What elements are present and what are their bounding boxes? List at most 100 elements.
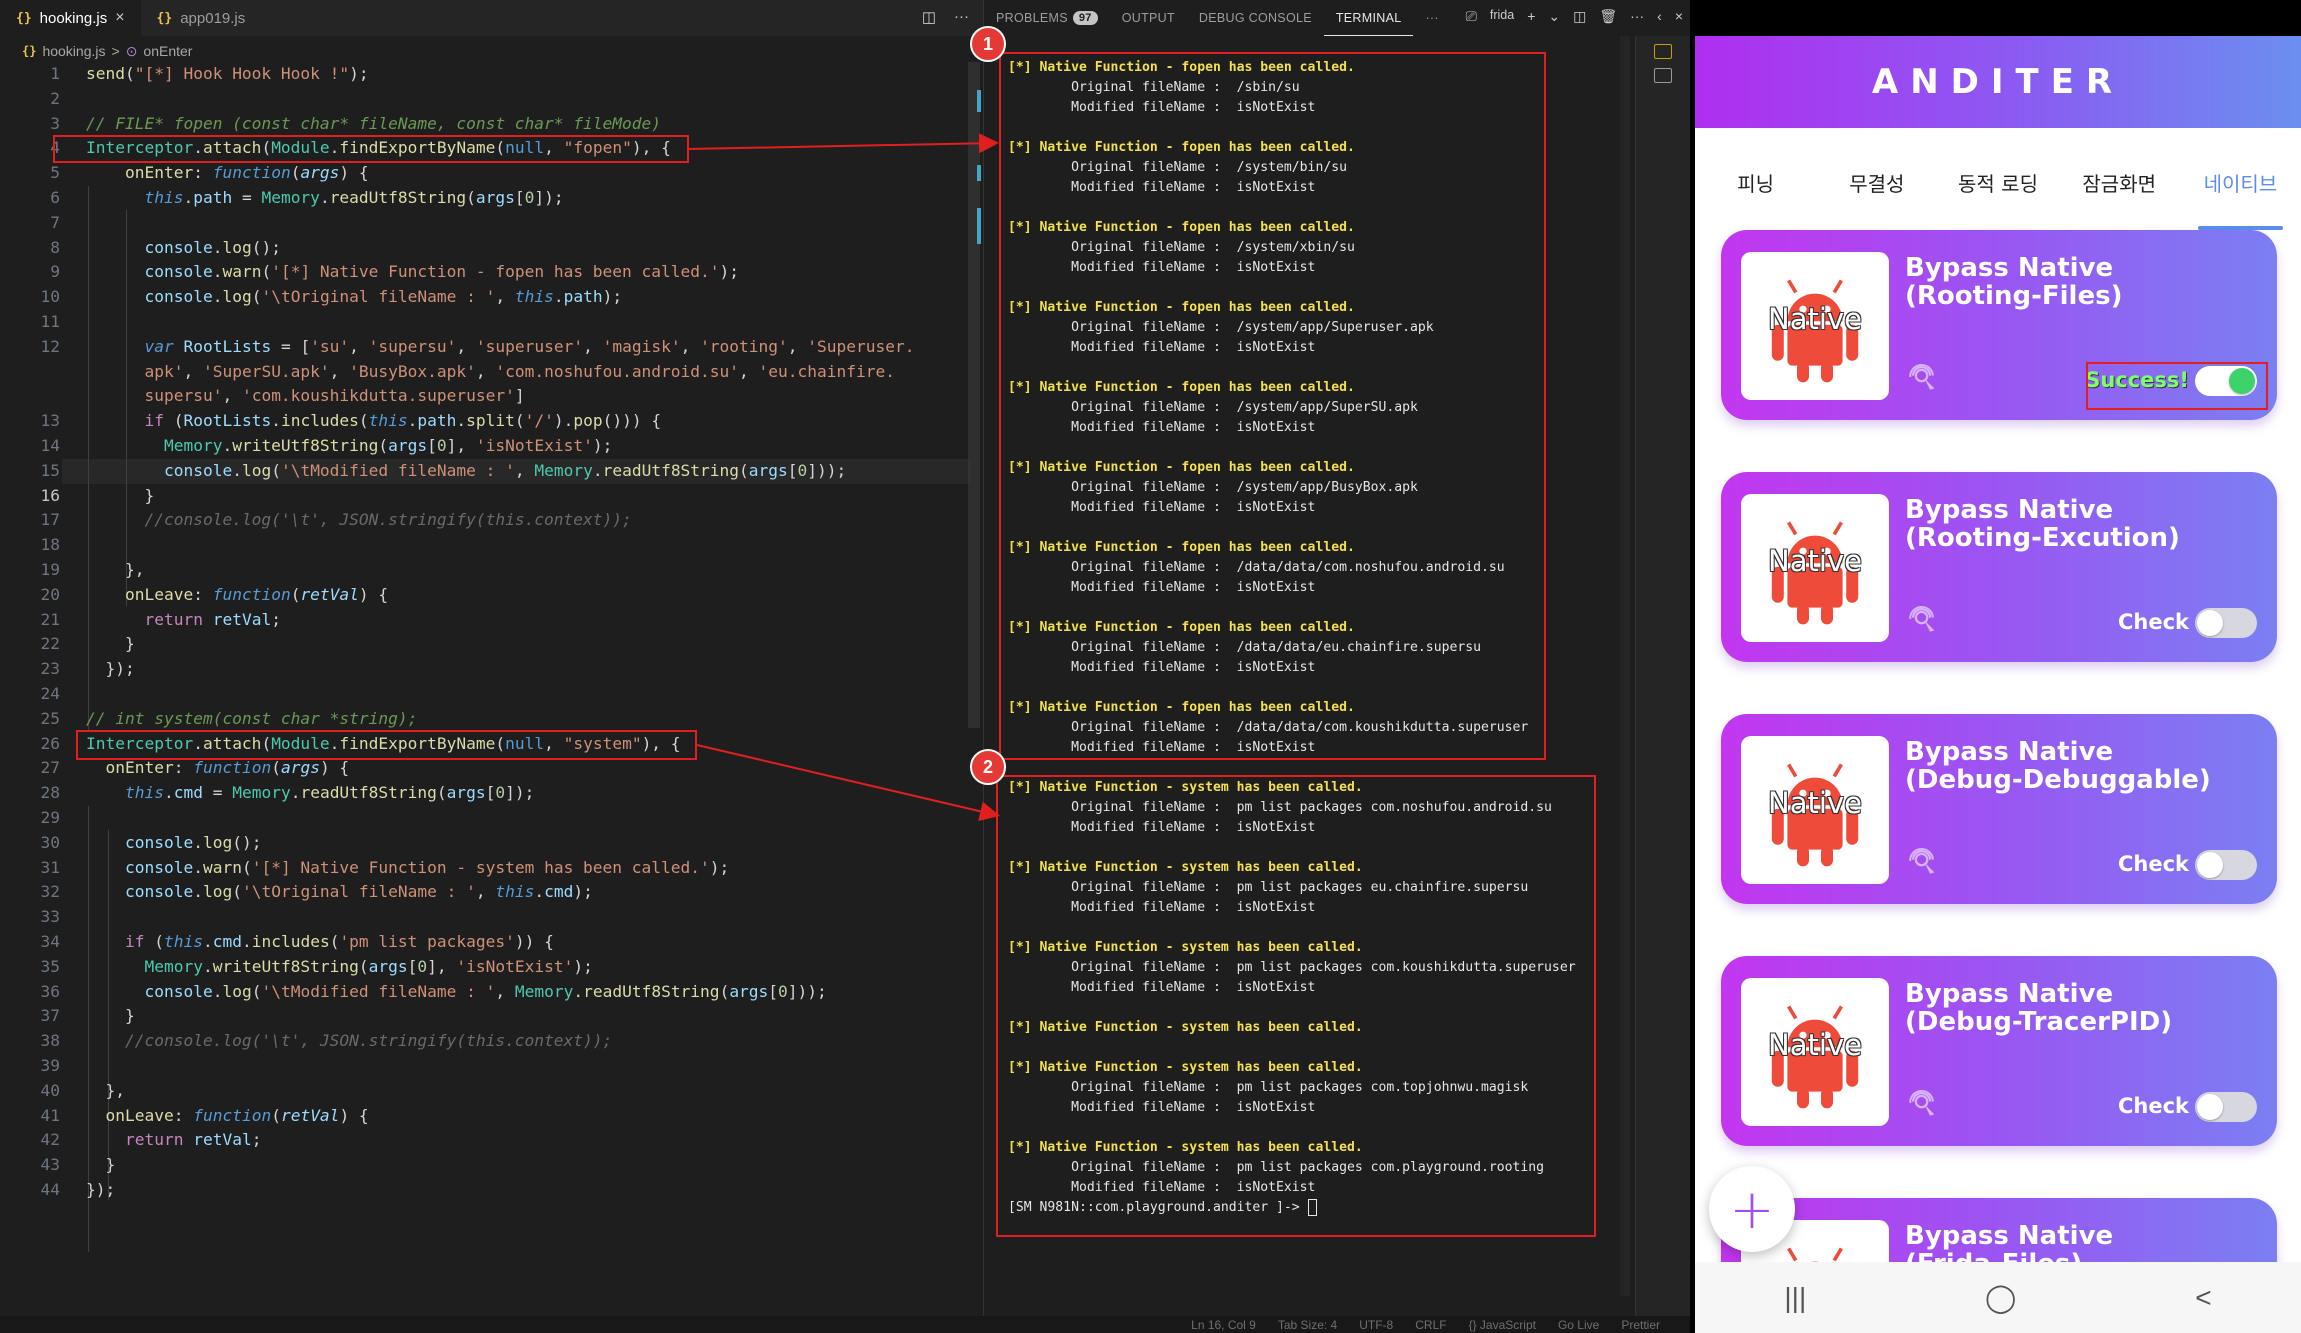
change-marker: [977, 90, 981, 112]
card-title-line2: (Rooting-Excution): [1905, 523, 2180, 553]
app-tab-lock-screen[interactable]: 잠금화면: [2059, 128, 2180, 236]
app-tab-dynamic-loading[interactable]: 동적 로딩: [1937, 128, 2058, 236]
terminal-list-strip: [1635, 36, 1690, 1316]
code-line: }: [86, 1006, 135, 1026]
split-editor-icon[interactable]: ◫: [922, 8, 936, 26]
editor-actions: ◫ ···: [922, 8, 969, 26]
bypass-card[interactable]: Native Bypass Native (Debug-TracerPID) Chec…: [1721, 956, 2277, 1146]
breadcrumb-symbol[interactable]: onEnter: [143, 43, 192, 59]
code-line: });: [86, 659, 135, 679]
fingerprint-icon[interactable]: [1906, 360, 1942, 396]
status-tab-size[interactable]: Tab Size: 4: [1278, 1318, 1337, 1332]
bypass-toggle[interactable]: [2195, 1092, 2257, 1122]
status-eol[interactable]: CRLF: [1415, 1318, 1446, 1332]
line-number: 34: [40, 932, 61, 951]
breadcrumb-file[interactable]: hooking.js: [42, 43, 105, 59]
line-number: 44: [40, 1180, 61, 1199]
status-encoding[interactable]: UTF-8: [1359, 1318, 1393, 1332]
line-number: 27: [40, 758, 61, 778]
line-number: 6: [50, 188, 60, 207]
card-title: Bypass Native (Debug-Debuggable): [1905, 738, 2211, 794]
code-line: apk', 'SuperSU.apk', 'BusyBox.apk', 'com…: [144, 361, 895, 381]
terminal-session-name[interactable]: frida: [1490, 8, 1514, 25]
bypass-toggle[interactable]: [2195, 850, 2257, 880]
tab-output[interactable]: OUTPUT: [1110, 0, 1187, 36]
app-tab-native[interactable]: 네이티브: [2180, 128, 2301, 236]
app-title: ANDITER: [1871, 62, 2125, 102]
android-icon: Native: [1741, 978, 1889, 1126]
card-title: Bypass Native (Debug-TracerPID): [1905, 980, 2172, 1036]
line-number: 4: [50, 138, 60, 158]
fingerprint-icon[interactable]: [1906, 602, 1942, 638]
code-line: this.path = Memory.readUtf8String(args[0…: [144, 188, 564, 207]
annotation-box-system-output: [996, 775, 1596, 1237]
app-tab-pinning[interactable]: 피닝: [1695, 128, 1816, 236]
card-title-line2: (Debug-Debuggable): [1905, 765, 2211, 795]
line-number: 42: [40, 1130, 61, 1150]
code-line: if (RootLists.includes(this.path.split('…: [144, 411, 662, 431]
chevron-down-icon[interactable]: ⌄: [1548, 8, 1560, 25]
app-tab-bar: 피닝 무결성 동적 로딩 잠금화면 네이티브: [1695, 128, 2301, 236]
more-icon[interactable]: ···: [1413, 0, 1450, 36]
line-number: 10: [40, 287, 61, 307]
status-go-live[interactable]: Go Live: [1558, 1318, 1599, 1332]
android-nav-bar: ||| ◯ <: [1695, 1262, 2301, 1333]
code-line: }: [86, 1155, 116, 1175]
home-button[interactable]: ◯: [1985, 1281, 2016, 1314]
recent-apps-button[interactable]: |||: [1784, 1282, 1806, 1314]
editor-scrollbar[interactable]: [968, 62, 980, 728]
android-icon: Native: [1741, 494, 1889, 642]
app-tab-integrity[interactable]: 무결성: [1816, 128, 1937, 236]
code-line: });: [86, 1180, 116, 1199]
tab-debug-console[interactable]: DEBUG CONSOLE: [1187, 0, 1324, 36]
problems-count-badge: 97: [1072, 11, 1098, 25]
line-number: 43: [40, 1155, 61, 1175]
line-number: 18: [40, 535, 61, 555]
breadcrumb: {} hooking.js > ⊙ onEnter: [0, 38, 983, 64]
more-icon[interactable]: ···: [954, 8, 969, 26]
terminal-scrollbar[interactable]: [1620, 36, 1630, 1296]
trash-icon[interactable]: 🗑: [1599, 8, 1617, 25]
tab-hooking-js[interactable]: {} hooking.js ×: [0, 0, 141, 36]
code-line: // FILE* fopen (const char* fileName, co…: [86, 113, 661, 133]
split-terminal-icon[interactable]: ◫: [1573, 8, 1586, 25]
line-number: 29: [40, 808, 61, 827]
tab-label: TERMINAL: [1335, 10, 1402, 25]
fingerprint-icon[interactable]: [1906, 1086, 1942, 1122]
line-number: 32: [40, 882, 61, 902]
close-icon[interactable]: ×: [1675, 8, 1683, 25]
terminal-icon[interactable]: [1654, 44, 1672, 59]
fingerprint-icon[interactable]: [1906, 844, 1942, 880]
android-icon: Native: [1741, 252, 1889, 400]
terminal-icon[interactable]: [1654, 68, 1672, 83]
code-line: return retVal;: [144, 609, 281, 629]
chevron-left-icon[interactable]: ‹: [1657, 8, 1662, 25]
line-number: 23: [40, 659, 61, 679]
tab-app019-js[interactable]: {} app019.js: [141, 0, 262, 36]
line-number: 30: [40, 832, 61, 852]
line-number: 28: [40, 783, 61, 803]
status-language[interactable]: {} JavaScript: [1469, 1318, 1536, 1332]
add-button[interactable]: +: [1709, 1166, 1795, 1252]
change-marker: [977, 208, 981, 244]
line-number: 12: [40, 336, 61, 356]
line-number: 33: [40, 907, 61, 927]
line-number: 3: [50, 113, 60, 133]
card-title: Bypass Native (Rooting-Excution): [1905, 496, 2180, 552]
tab-terminal[interactable]: TERMINAL: [1323, 0, 1414, 36]
line-number: 25: [40, 708, 61, 728]
tab-problems[interactable]: PROBLEMS 97: [984, 0, 1110, 36]
close-icon[interactable]: ×: [115, 9, 124, 27]
more-icon[interactable]: ···: [1630, 8, 1644, 25]
terminal-icon: ⎚: [1465, 8, 1477, 24]
bypass-card[interactable]: Native Bypass Native (Debug-Debuggable) Che…: [1721, 714, 2277, 904]
bypass-toggle[interactable]: [2195, 608, 2257, 638]
status-prettier[interactable]: Prettier: [1621, 1318, 1660, 1332]
back-button[interactable]: <: [2195, 1282, 2211, 1314]
bypass-card[interactable]: Native Bypass Native (Rooting-Excution) Che…: [1721, 472, 2277, 662]
add-terminal-icon[interactable]: +: [1527, 8, 1535, 25]
status-cursor-position[interactable]: Ln 16, Col 9: [1191, 1318, 1256, 1332]
panel-tab-bar: PROBLEMS 97 OUTPUT DEBUG CONSOLE TERMINA…: [984, 0, 1691, 36]
js-file-icon: {}: [16, 10, 32, 26]
line-number: 1: [50, 64, 60, 83]
